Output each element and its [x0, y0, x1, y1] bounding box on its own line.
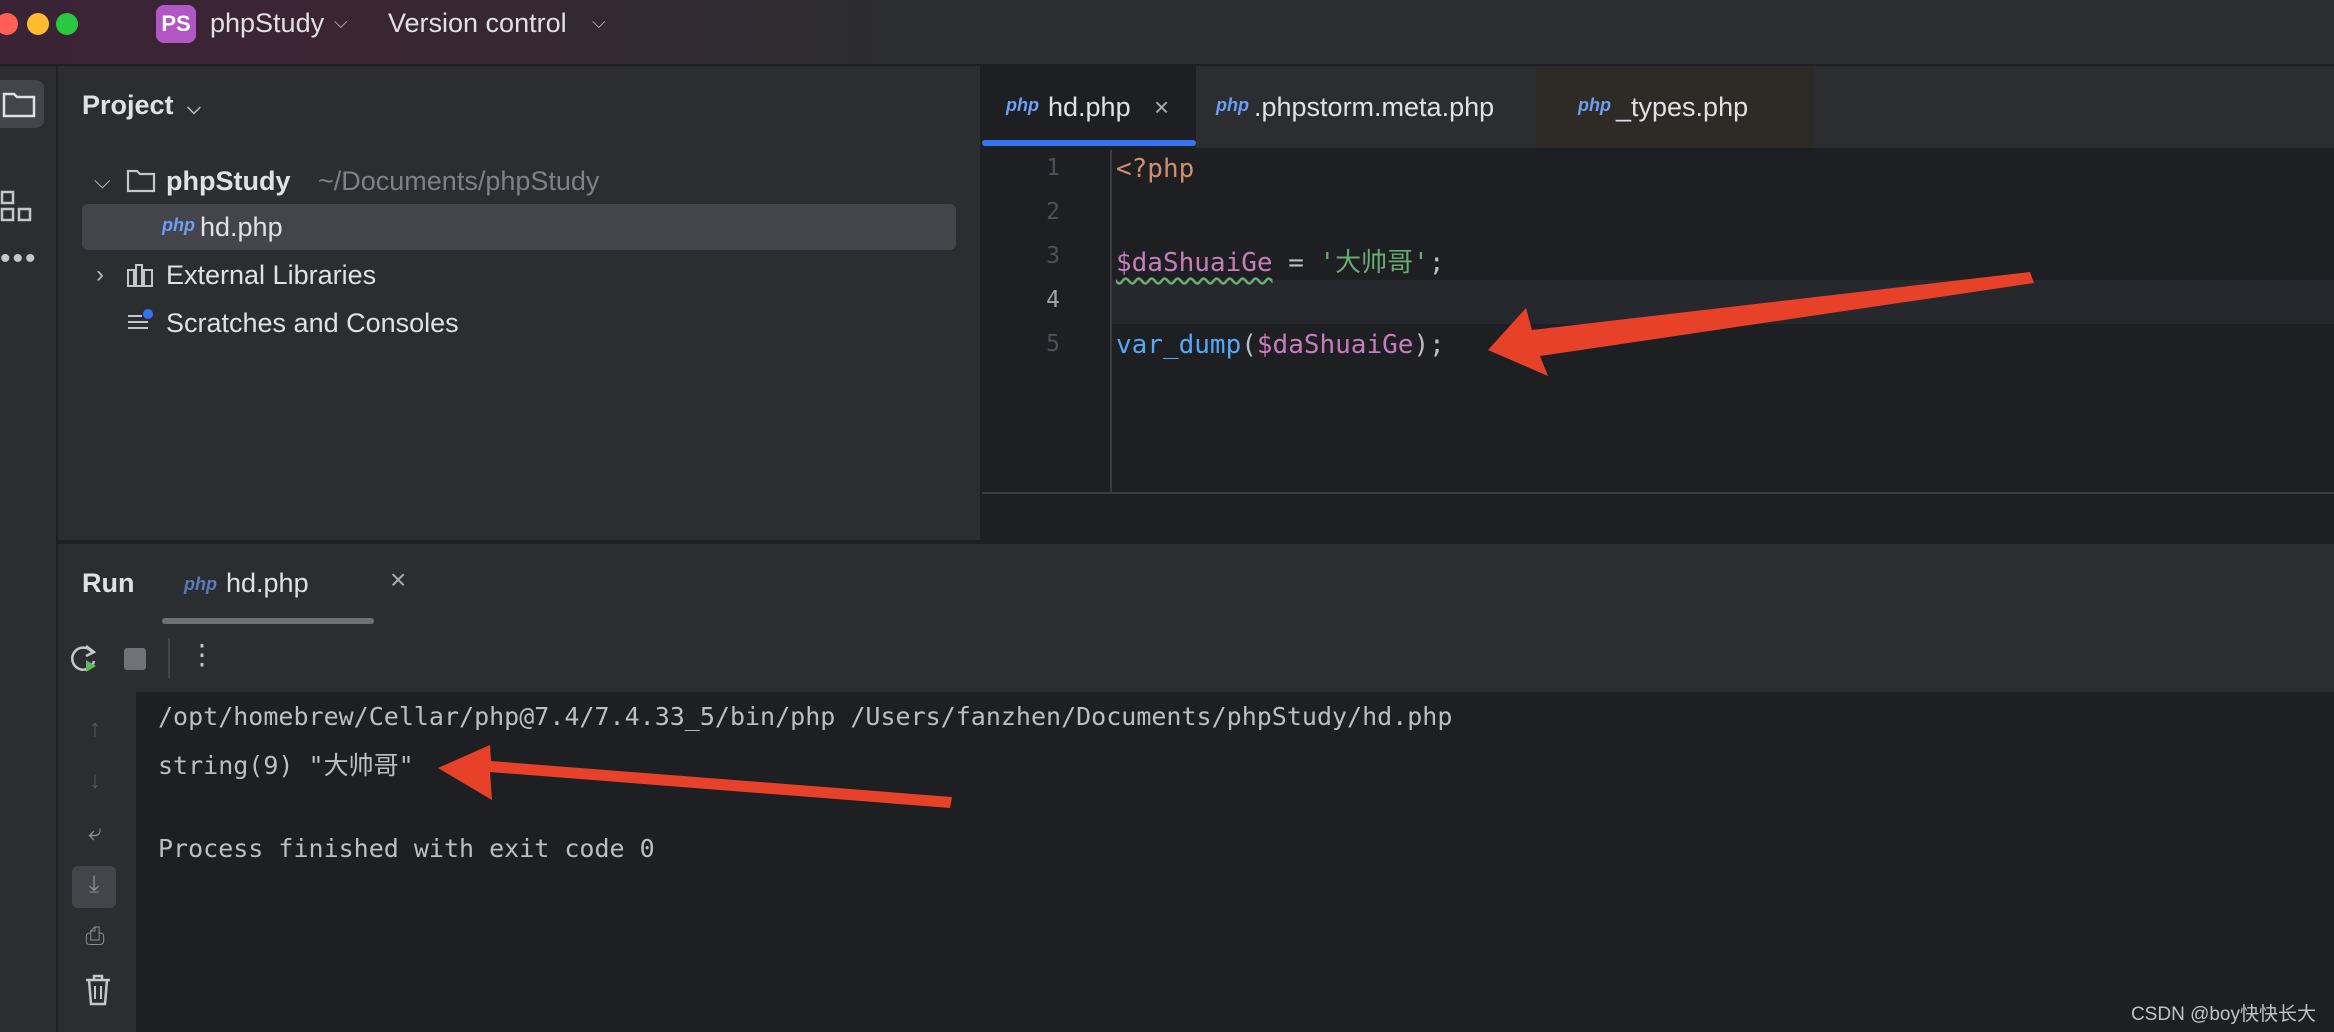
annotation-arrow — [1488, 272, 2034, 376]
watermark: CSDN @boy快快长大 — [2130, 1004, 2316, 1025]
annotation-arrows — [438, 272, 2034, 808]
annotation-arrow — [438, 745, 952, 808]
